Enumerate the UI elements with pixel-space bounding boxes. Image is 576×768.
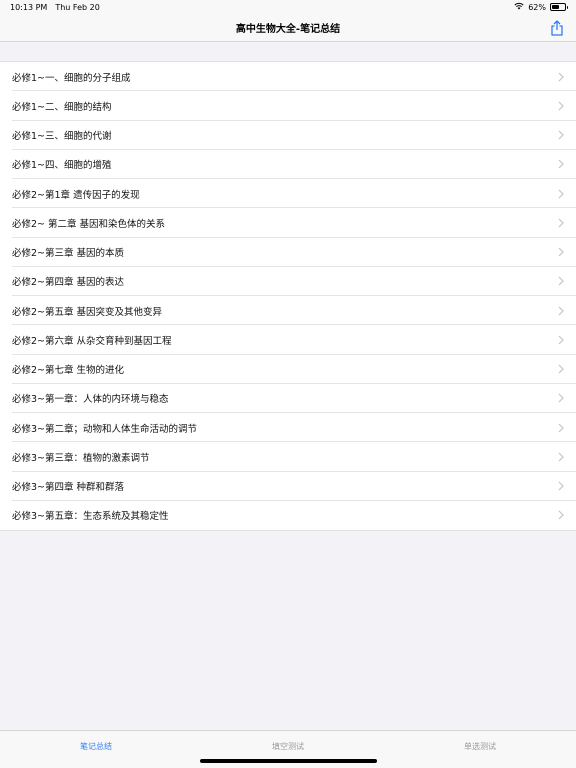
navigation-bar: 高中生物大全-笔记总结 — [0, 14, 576, 42]
chevron-right-icon — [558, 218, 564, 228]
list-item-label: 必修3~第四章 种群和群落 — [12, 482, 125, 494]
wifi-icon — [514, 2, 524, 12]
list-item-label: 必修3~第五章：生态系统及其稳定性 — [12, 511, 169, 523]
list-item-label: 必修1~三、细胞的代谢 — [12, 131, 112, 143]
chevron-right-icon — [558, 393, 564, 403]
list-item-label: 必修3~第三章：植物的激素调节 — [12, 452, 150, 464]
list-item[interactable]: 必修2~第四章 基因的表达 — [0, 267, 576, 297]
list-item[interactable]: 必修3~第三章：植物的激素调节 — [0, 442, 576, 472]
list-item-label: 必修2~ 第二章 基因和染色体的关系 — [12, 218, 166, 230]
chevron-right-icon — [558, 335, 564, 345]
battery-percent: 62% — [528, 2, 546, 12]
list-item[interactable]: 必修3~第四章 种群和群落 — [0, 472, 576, 502]
list-item-label: 必修1~一、细胞的分子组成 — [12, 72, 131, 84]
status-bar: 10:13 PM Thu Feb 20 62% — [0, 0, 576, 14]
tab-0[interactable]: 笔记总结 — [0, 731, 192, 768]
tab-label: 填空测试 — [272, 742, 304, 751]
list-item[interactable]: 必修3~第五章：生态系统及其稳定性 — [0, 501, 576, 530]
list-item-label: 必修3~第一章：人体的内环境与稳态 — [12, 394, 169, 406]
list-item[interactable]: 必修2~ 第二章 基因和染色体的关系 — [0, 208, 576, 238]
chevron-right-icon — [558, 452, 564, 462]
list-item-label: 必修1~二、细胞的结构 — [12, 101, 112, 113]
list-item-label: 必修3~第二章；动物和人体生命活动的调节 — [12, 423, 198, 435]
chapter-list: 必修1~一、细胞的分子组成 必修1~二、细胞的结构 必修1~三、细胞的代谢 必修1~四… — [0, 61, 576, 531]
list-item[interactable]: 必修2~第三章 基因的本质 — [0, 238, 576, 268]
chevron-right-icon — [558, 306, 564, 316]
list-item[interactable]: 必修1~四、细胞的增殖 — [0, 150, 576, 180]
list-item[interactable]: 必修3~第一章：人体的内环境与稳态 — [0, 384, 576, 414]
chevron-right-icon — [558, 247, 564, 257]
tab-label: 单选测试 — [464, 742, 496, 751]
battery-icon — [550, 3, 568, 11]
list-item-label: 必修2~第七章 生物的进化 — [12, 365, 125, 377]
list-item-label: 必修1~四、细胞的增殖 — [12, 160, 112, 172]
chevron-right-icon — [558, 423, 564, 433]
tab-label: 笔记总结 — [80, 742, 112, 751]
share-icon — [551, 20, 563, 36]
list-item[interactable]: 必修2~第五章 基因突变及其他变异 — [0, 296, 576, 326]
status-time: 10:13 PM — [10, 2, 48, 12]
list-item-label: 必修2~第四章 基因的表达 — [12, 277, 125, 289]
list-item[interactable]: 必修2~第六章 从杂交育种到基因工程 — [0, 325, 576, 355]
chevron-right-icon — [558, 481, 564, 491]
chevron-right-icon — [558, 159, 564, 169]
share-button[interactable] — [548, 19, 566, 37]
chevron-right-icon — [558, 510, 564, 520]
chevron-right-icon — [558, 130, 564, 140]
list-item-label: 必修2~第六章 从杂交育种到基因工程 — [12, 335, 172, 347]
chevron-right-icon — [558, 189, 564, 199]
list-item-label: 必修2~第1章 遗传因子的发现 — [12, 189, 140, 201]
list-item[interactable]: 必修1~二、细胞的结构 — [0, 91, 576, 121]
list-item[interactable]: 必修1~三、细胞的代谢 — [0, 121, 576, 151]
chevron-right-icon — [558, 101, 564, 111]
home-indicator — [200, 759, 377, 763]
battery-level — [552, 5, 560, 9]
list-item-label: 必修2~第五章 基因突变及其他变异 — [12, 306, 163, 318]
list-item[interactable]: 必修2~第1章 遗传因子的发现 — [0, 179, 576, 209]
status-date: Thu Feb 20 — [55, 2, 100, 12]
chevron-right-icon — [558, 364, 564, 374]
chevron-right-icon — [558, 72, 564, 82]
list-item[interactable]: 必修3~第二章；动物和人体生命活动的调节 — [0, 413, 576, 443]
list-item[interactable]: 必修2~第七章 生物的进化 — [0, 355, 576, 385]
tab-2[interactable]: 单选测试 — [384, 731, 576, 768]
chevron-right-icon — [558, 276, 564, 286]
list-item-label: 必修2~第三章 基因的本质 — [12, 248, 125, 260]
list-item[interactable]: 必修1~一、细胞的分子组成 — [0, 62, 576, 92]
page-title: 高中生物大全-笔记总结 — [235, 24, 341, 35]
